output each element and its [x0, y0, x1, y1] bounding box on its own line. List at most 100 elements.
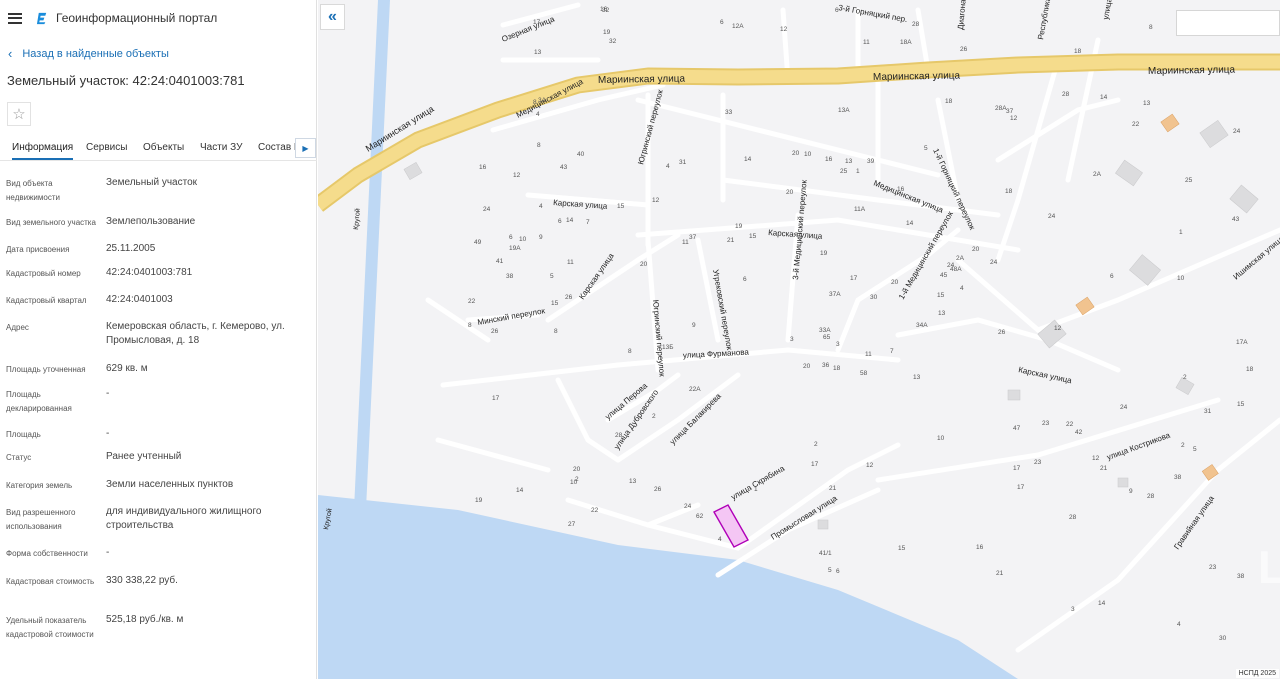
- hamburger-menu-icon[interactable]: [8, 12, 22, 24]
- house-number-label: 4: [960, 285, 964, 292]
- house-number-label: 28: [912, 21, 920, 28]
- house-number-label: 8: [1149, 24, 1153, 31]
- attr-value: 629 кв. м: [106, 363, 148, 374]
- house-number-label: 4: [536, 111, 540, 118]
- attr-label: Адрес: [6, 323, 29, 332]
- attr-value: Ранее учтенный: [106, 451, 182, 462]
- house-number-label: 21: [1100, 465, 1108, 472]
- house-number-label: 65: [823, 334, 831, 341]
- house-number-label: 7: [890, 348, 894, 355]
- house-number-label: 27: [568, 521, 576, 528]
- attr-label: Кадастровый номер: [6, 269, 81, 278]
- house-number-label: 36: [822, 362, 830, 369]
- street-label: Мариинская улица: [598, 73, 686, 86]
- house-number-label: 22: [1132, 121, 1140, 128]
- back-to-results-link[interactable]: ‹ Назад в найденные объекты: [8, 46, 169, 61]
- tab-parcel-parts[interactable]: Части ЗУ: [200, 142, 242, 153]
- house-number-label: 8: [468, 322, 472, 329]
- parcel-title: Земельный участок: 42:24:0401003:781: [7, 73, 245, 88]
- favorite-button[interactable]: ☆: [7, 102, 31, 126]
- info-panel: Геоинформационный портал ‹ Назад в найде…: [0, 0, 317, 679]
- house-number-label: 6: [835, 7, 839, 14]
- listing-watermark: ЦИАН: [1258, 541, 1280, 593]
- house-number-label: 58: [860, 370, 868, 377]
- house-number-label: 3A: [538, 97, 547, 104]
- house-number-label: 12: [780, 26, 788, 33]
- double-chevron-left-icon: «: [328, 8, 337, 25]
- house-number-label: 15: [749, 233, 757, 240]
- house-number-label: 13: [913, 374, 921, 381]
- collapse-panel-button[interactable]: «: [320, 4, 345, 30]
- house-number-label: 20: [972, 246, 980, 253]
- house-number-label: 24: [483, 206, 491, 213]
- house-number-label: 26: [565, 294, 573, 301]
- house-number-label: 19: [603, 29, 611, 36]
- map-search-input[interactable]: [1176, 10, 1280, 36]
- tab-bar: Информация Сервисы Объекты Части ЗУ Сост…: [0, 139, 317, 161]
- attr-value: Кемеровская область, г. Кемерово, ул. Пр…: [106, 321, 285, 346]
- house-number-label: 37: [689, 234, 697, 241]
- portal-logo-icon: [36, 12, 47, 24]
- attr-value: 525,18 руб./кв. м: [106, 614, 184, 625]
- house-number-label: 5: [828, 567, 832, 574]
- street-label: Мариинская улица: [873, 70, 961, 83]
- house-number-label: 33: [725, 109, 733, 116]
- house-number-label: 16: [976, 544, 984, 551]
- attr-value: Земли населенных пунктов: [106, 479, 234, 490]
- house-number-label: 4: [666, 163, 670, 170]
- attr-label: Вид земельного участка: [6, 218, 96, 227]
- house-number-label: 2A: [956, 255, 965, 262]
- map-view[interactable]: Мариинская улица Мариинская улица Мариинск…: [318, 0, 1280, 679]
- house-number-label: 6: [720, 19, 724, 26]
- house-number-label: 12: [652, 197, 660, 204]
- house-number-label: 20: [891, 279, 899, 286]
- house-number-label: 12: [1010, 115, 1018, 122]
- house-number-label: 17A: [1236, 339, 1248, 346]
- tab-services[interactable]: Сервисы: [86, 142, 127, 153]
- house-number-label: 8: [537, 142, 541, 149]
- house-number-label: 25: [840, 168, 848, 175]
- house-number-label: 28: [1147, 493, 1155, 500]
- house-number-label: 2: [575, 476, 579, 483]
- house-number-label: 14: [744, 156, 752, 163]
- house-number-label: 2: [652, 413, 656, 420]
- house-number-label: 21: [829, 485, 837, 492]
- house-number-label: 15: [551, 300, 559, 307]
- house-number-label: 6: [743, 276, 747, 283]
- house-number-label: 2: [1181, 442, 1185, 449]
- tabs-scroll-right-button[interactable]: ▶: [295, 138, 316, 158]
- back-link-label: Назад в найденные объекты: [22, 47, 169, 60]
- map-canvas[interactable]: Мариинская улица Мариинская улица Мариинск…: [318, 0, 1280, 679]
- house-number-label: 28: [1069, 514, 1077, 521]
- house-number-label: 20: [640, 261, 648, 268]
- house-number-label: 13A: [838, 107, 850, 114]
- house-number-label: 13: [938, 310, 946, 317]
- house-number-label: 22: [591, 507, 599, 514]
- house-number-label: 17: [850, 275, 858, 282]
- house-number-label: 1: [856, 168, 860, 175]
- house-number-label: 28A: [995, 105, 1007, 112]
- house-number-label: 17: [492, 395, 500, 402]
- house-number-label: 14: [566, 217, 574, 224]
- tab-information[interactable]: Информация: [12, 142, 74, 160]
- house-number-label: 34A: [916, 322, 928, 329]
- house-number-label: 39: [867, 158, 875, 165]
- attr-label: Дата присвоения: [6, 245, 70, 254]
- attr-label: Кадастровый квартал: [6, 296, 87, 305]
- house-number-label: 20: [786, 189, 794, 196]
- house-number-label: 11: [863, 39, 870, 46]
- house-number-label: 18: [945, 98, 953, 105]
- house-number-label: 19A: [509, 245, 521, 252]
- house-number-label: 20: [573, 466, 581, 473]
- house-number-label: 18: [833, 365, 841, 372]
- house-number-label: 20: [792, 150, 800, 157]
- house-number-label: 38: [506, 273, 514, 280]
- house-number-label: 40: [577, 151, 585, 158]
- house-number-label: 37A: [829, 291, 841, 298]
- house-number-label: 24: [990, 259, 998, 266]
- house-number-label: 6: [509, 234, 513, 241]
- tab-objects[interactable]: Объекты: [143, 142, 184, 153]
- house-number-label: 2A: [1093, 171, 1102, 178]
- house-number-label: 28: [1062, 91, 1070, 98]
- house-number-label: 21: [727, 237, 735, 244]
